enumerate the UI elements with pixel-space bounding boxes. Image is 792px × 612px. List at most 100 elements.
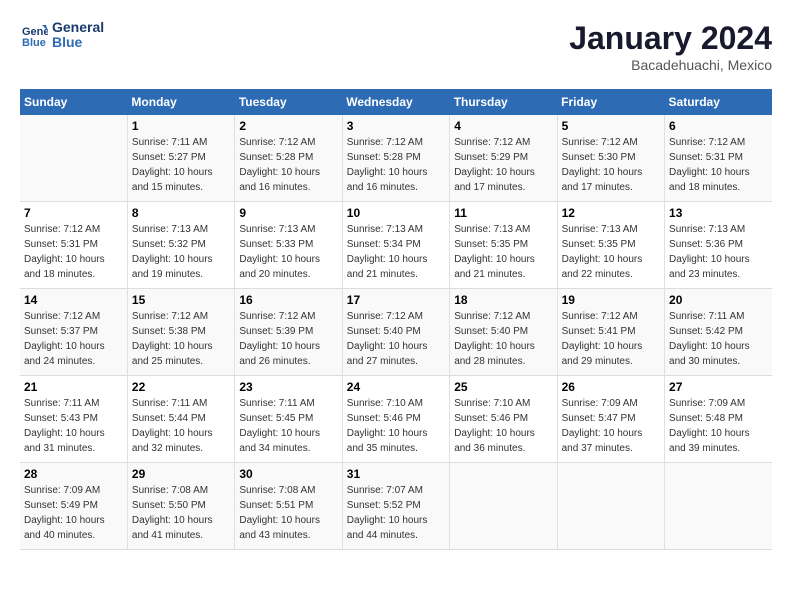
day-number: 15 xyxy=(132,293,230,307)
calendar-table: SundayMondayTuesdayWednesdayThursdayFrid… xyxy=(20,89,772,550)
day-info: Sunrise: 7:12 AMSunset: 5:41 PMDaylight:… xyxy=(562,309,660,369)
calendar-cell: 3 Sunrise: 7:12 AMSunset: 5:28 PMDaylight… xyxy=(342,115,449,202)
day-info: Sunrise: 7:10 AMSunset: 5:46 PMDaylight:… xyxy=(454,396,552,456)
logo: General Blue General Blue xyxy=(20,20,104,51)
day-info: Sunrise: 7:13 AMSunset: 5:35 PMDaylight:… xyxy=(454,222,552,282)
day-info: Sunrise: 7:09 AMSunset: 5:49 PMDaylight:… xyxy=(24,483,123,543)
calendar-cell: 5 Sunrise: 7:12 AMSunset: 5:30 PMDaylight… xyxy=(557,115,664,202)
day-number: 6 xyxy=(669,119,768,133)
day-info: Sunrise: 7:08 AMSunset: 5:51 PMDaylight:… xyxy=(239,483,337,543)
day-info: Sunrise: 7:12 AMSunset: 5:40 PMDaylight:… xyxy=(454,309,552,369)
calendar-cell: 11 Sunrise: 7:13 AMSunset: 5:35 PMDayligh… xyxy=(450,202,557,289)
day-number: 16 xyxy=(239,293,337,307)
day-info: Sunrise: 7:09 AMSunset: 5:47 PMDaylight:… xyxy=(562,396,660,456)
day-number: 12 xyxy=(562,206,660,220)
day-number: 19 xyxy=(562,293,660,307)
day-info: Sunrise: 7:12 AMSunset: 5:28 PMDaylight:… xyxy=(347,135,445,195)
location-subtitle: Bacadehuachi, Mexico xyxy=(569,57,772,73)
day-header-tuesday: Tuesday xyxy=(235,89,342,115)
day-number: 31 xyxy=(347,467,445,481)
month-title: January 2024 xyxy=(569,20,772,57)
calendar-week-4: 21 Sunrise: 7:11 AMSunset: 5:43 PMDayligh… xyxy=(20,376,772,463)
day-number: 8 xyxy=(132,206,230,220)
calendar-cell: 24 Sunrise: 7:10 AMSunset: 5:46 PMDayligh… xyxy=(342,376,449,463)
day-info: Sunrise: 7:09 AMSunset: 5:48 PMDaylight:… xyxy=(669,396,768,456)
calendar-cell: 25 Sunrise: 7:10 AMSunset: 5:46 PMDayligh… xyxy=(450,376,557,463)
day-info: Sunrise: 7:07 AMSunset: 5:52 PMDaylight:… xyxy=(347,483,445,543)
day-info: Sunrise: 7:12 AMSunset: 5:37 PMDaylight:… xyxy=(24,309,123,369)
day-number: 1 xyxy=(132,119,230,133)
day-info: Sunrise: 7:12 AMSunset: 5:30 PMDaylight:… xyxy=(562,135,660,195)
day-number: 18 xyxy=(454,293,552,307)
day-header-sunday: Sunday xyxy=(20,89,127,115)
day-number: 22 xyxy=(132,380,230,394)
day-number: 26 xyxy=(562,380,660,394)
day-info: Sunrise: 7:11 AMSunset: 5:43 PMDaylight:… xyxy=(24,396,123,456)
day-number: 14 xyxy=(24,293,123,307)
day-header-monday: Monday xyxy=(127,89,234,115)
day-number: 3 xyxy=(347,119,445,133)
calendar-cell: 15 Sunrise: 7:12 AMSunset: 5:38 PMDayligh… xyxy=(127,289,234,376)
day-info: Sunrise: 7:13 AMSunset: 5:32 PMDaylight:… xyxy=(132,222,230,282)
day-header-saturday: Saturday xyxy=(665,89,772,115)
day-info: Sunrise: 7:08 AMSunset: 5:50 PMDaylight:… xyxy=(132,483,230,543)
calendar-cell: 14 Sunrise: 7:12 AMSunset: 5:37 PMDayligh… xyxy=(20,289,127,376)
day-number: 20 xyxy=(669,293,768,307)
day-header-thursday: Thursday xyxy=(450,89,557,115)
day-number: 27 xyxy=(669,380,768,394)
svg-text:Blue: Blue xyxy=(22,37,46,49)
calendar-cell xyxy=(557,463,664,550)
calendar-cell: 21 Sunrise: 7:11 AMSunset: 5:43 PMDayligh… xyxy=(20,376,127,463)
calendar-cell: 6 Sunrise: 7:12 AMSunset: 5:31 PMDaylight… xyxy=(665,115,772,202)
day-number: 17 xyxy=(347,293,445,307)
calendar-cell: 23Sunrise: 7:11 AMSunset: 5:45 PMDayligh… xyxy=(235,376,342,463)
day-number: 13 xyxy=(669,206,768,220)
calendar-header: SundayMondayTuesdayWednesdayThursdayFrid… xyxy=(20,89,772,115)
calendar-cell: 27 Sunrise: 7:09 AMSunset: 5:48 PMDayligh… xyxy=(665,376,772,463)
day-info: Sunrise: 7:12 AMSunset: 5:38 PMDaylight:… xyxy=(132,309,230,369)
day-number: 21 xyxy=(24,380,123,394)
day-number: 2 xyxy=(239,119,337,133)
day-number: 30 xyxy=(239,467,337,481)
calendar-cell: 30 Sunrise: 7:08 AMSunset: 5:51 PMDayligh… xyxy=(235,463,342,550)
day-info: Sunrise: 7:12 AMSunset: 5:31 PMDaylight:… xyxy=(669,135,768,195)
day-header-wednesday: Wednesday xyxy=(342,89,449,115)
logo-general: General xyxy=(52,20,104,35)
day-info: Sunrise: 7:11 AMSunset: 5:27 PMDaylight:… xyxy=(132,135,230,195)
day-info: Sunrise: 7:13 AMSunset: 5:33 PMDaylight:… xyxy=(239,222,337,282)
calendar-cell: 9 Sunrise: 7:13 AMSunset: 5:33 PMDaylight… xyxy=(235,202,342,289)
day-number: 25 xyxy=(454,380,552,394)
calendar-cell xyxy=(665,463,772,550)
page-header: General Blue General Blue January 2024 B… xyxy=(20,20,772,73)
calendar-cell: 12 Sunrise: 7:13 AMSunset: 5:35 PMDayligh… xyxy=(557,202,664,289)
calendar-cell: 18 Sunrise: 7:12 AMSunset: 5:40 PMDayligh… xyxy=(450,289,557,376)
calendar-cell xyxy=(450,463,557,550)
calendar-week-3: 14 Sunrise: 7:12 AMSunset: 5:37 PMDayligh… xyxy=(20,289,772,376)
day-info: Sunrise: 7:10 AMSunset: 5:46 PMDaylight:… xyxy=(347,396,445,456)
calendar-week-1: 1 Sunrise: 7:11 AMSunset: 5:27 PMDaylight… xyxy=(20,115,772,202)
day-header-friday: Friday xyxy=(557,89,664,115)
calendar-week-2: 7Sunrise: 7:12 AMSunset: 5:31 PMDaylight… xyxy=(20,202,772,289)
day-info: Sunrise: 7:13 AMSunset: 5:35 PMDaylight:… xyxy=(562,222,660,282)
day-info: Sunrise: 7:13 AMSunset: 5:36 PMDaylight:… xyxy=(669,222,768,282)
day-number: 7 xyxy=(24,206,123,220)
calendar-cell: 8 Sunrise: 7:13 AMSunset: 5:32 PMDaylight… xyxy=(127,202,234,289)
day-info: Sunrise: 7:13 AMSunset: 5:34 PMDaylight:… xyxy=(347,222,445,282)
calendar-cell: 26 Sunrise: 7:09 AMSunset: 5:47 PMDayligh… xyxy=(557,376,664,463)
day-info: Sunrise: 7:12 AMSunset: 5:29 PMDaylight:… xyxy=(454,135,552,195)
calendar-cell: 31 Sunrise: 7:07 AMSunset: 5:52 PMDayligh… xyxy=(342,463,449,550)
calendar-week-5: 28 Sunrise: 7:09 AMSunset: 5:49 PMDayligh… xyxy=(20,463,772,550)
day-number: 28 xyxy=(24,467,123,481)
calendar-cell: 28 Sunrise: 7:09 AMSunset: 5:49 PMDayligh… xyxy=(20,463,127,550)
logo-blue: Blue xyxy=(52,35,104,50)
day-number: 4 xyxy=(454,119,552,133)
logo-icon: General Blue xyxy=(20,21,48,49)
day-number: 9 xyxy=(239,206,337,220)
title-block: January 2024 Bacadehuachi, Mexico xyxy=(569,20,772,73)
day-number: 10 xyxy=(347,206,445,220)
day-number: 5 xyxy=(562,119,660,133)
day-number: 11 xyxy=(454,206,552,220)
day-info: Sunrise: 7:11 AMSunset: 5:45 PMDaylight:… xyxy=(239,396,337,456)
day-number: 24 xyxy=(347,380,445,394)
calendar-cell: 22Sunrise: 7:11 AMSunset: 5:44 PMDayligh… xyxy=(127,376,234,463)
